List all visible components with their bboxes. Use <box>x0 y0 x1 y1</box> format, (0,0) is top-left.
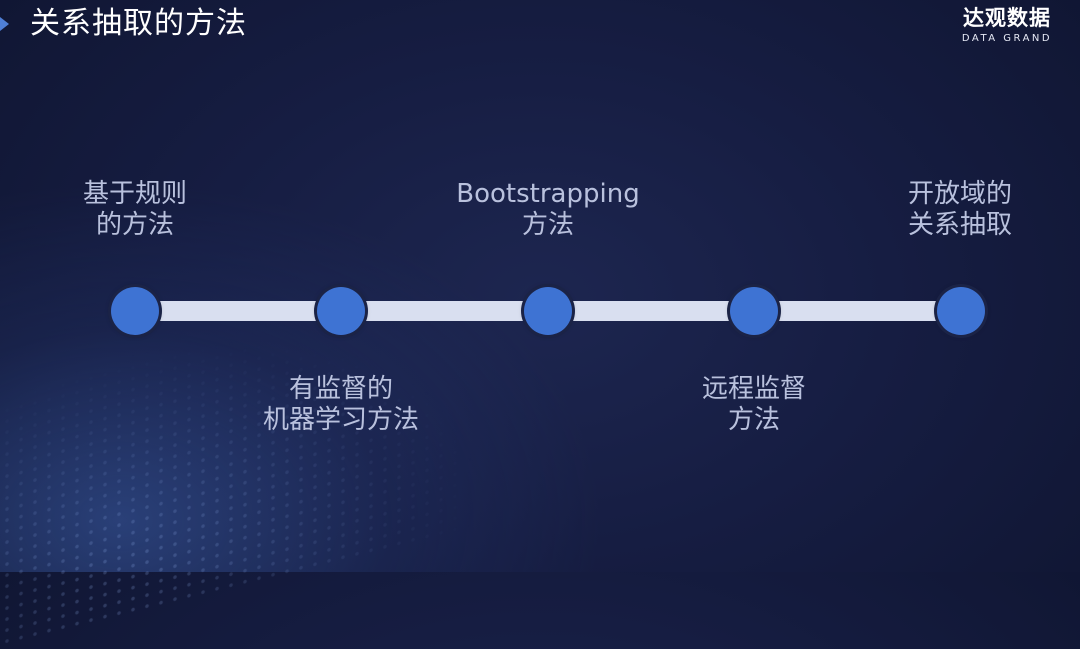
timeline-label-3-line1: Bootstrapping <box>456 179 640 209</box>
logo-name-en: DATA GRAND <box>961 33 1053 44</box>
brand-logo: 达观数据 DATA GRAND <box>952 4 1062 46</box>
timeline-node-2 <box>317 287 365 335</box>
slide: 关系抽取的方法 达观数据 DATA GRAND 基于规则 的方法 有监督的 机器… <box>0 0 1080 649</box>
timeline-node-1 <box>111 287 159 335</box>
timeline-label-1-line1: 基于规则 <box>82 179 187 209</box>
timeline-label-4: 远程监督 方法 <box>654 374 854 436</box>
timeline-node-3 <box>524 287 572 335</box>
timeline-label-2-line1: 有监督的 <box>288 374 393 404</box>
timeline-label-3-line2: 方法 <box>521 210 574 240</box>
timeline-node-4 <box>730 287 778 335</box>
timeline-label-5-line2: 关系抽取 <box>907 210 1012 240</box>
timeline-label-3: Bootstrapping 方法 <box>448 179 648 241</box>
timeline-label-5: 开放域的 关系抽取 <box>860 179 1060 241</box>
timeline-label-1: 基于规则 的方法 <box>35 179 235 241</box>
timeline-label-4-line1: 远程监督 <box>701 374 806 404</box>
logo-name-cn: 达观数据 <box>963 6 1051 30</box>
slide-title: 关系抽取的方法 <box>30 6 247 41</box>
timeline-label-2: 有监督的 机器学习方法 <box>241 374 441 436</box>
timeline-label-4-line2: 方法 <box>727 405 780 435</box>
timeline-node-5 <box>937 287 985 335</box>
timeline-label-5-line1: 开放域的 <box>907 179 1012 209</box>
title-marker-icon <box>0 17 9 31</box>
timeline-label-1-line2: 的方法 <box>95 210 174 240</box>
timeline-label-2-line2: 机器学习方法 <box>262 405 419 435</box>
